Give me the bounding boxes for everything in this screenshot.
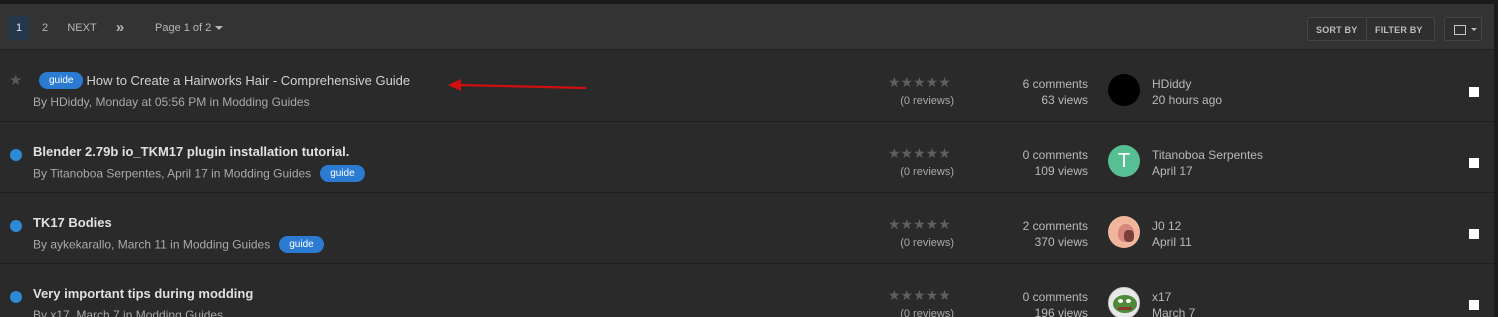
topic-meta: By x17, March 7 in Modding Guides — [33, 308, 224, 317]
comments-count: 0 comments — [1022, 290, 1088, 304]
topic-title[interactable]: guide How to Create a Hairworks Hair - Co… — [36, 72, 410, 90]
row-checkbox[interactable] — [1469, 87, 1479, 97]
next-page-link[interactable]: NEXT — [64, 16, 100, 40]
last-poster-name[interactable]: Titanoboa Serpentes — [1152, 147, 1263, 163]
topic-meta: By Titanoboa Serpentes, April 17 in Modd… — [33, 165, 365, 183]
row-checkbox[interactable] — [1469, 229, 1479, 239]
page-jump-label: Page 1 of 2 — [155, 22, 212, 34]
sort-by-label: SORT BY — [1316, 25, 1358, 35]
filter-by-label: FILTER BY — [1375, 25, 1423, 35]
page: 1 2 NEXT » Page 1 of 2 SORT BY FILTER BY… — [0, 0, 1498, 317]
last-poster-name[interactable]: J0 12 — [1152, 218, 1192, 234]
avatar[interactable] — [1108, 287, 1140, 317]
avatar[interactable]: T — [1108, 145, 1140, 177]
row-checkbox[interactable] — [1469, 300, 1479, 310]
star-icon: ★ — [9, 72, 23, 89]
rating-stars: ★★★★★ — [888, 216, 951, 232]
last-post-time[interactable]: March 7 — [1152, 305, 1195, 317]
rating-stars: ★★★★★ — [888, 145, 951, 161]
topic-title[interactable]: Very important tips during modding — [33, 286, 253, 301]
comments-count: 0 comments — [1022, 148, 1088, 162]
reviews-count: (0 reviews) — [900, 95, 954, 107]
topic-list-panel: 1 2 NEXT » Page 1 of 2 SORT BY FILTER BY… — [0, 4, 1494, 317]
topic-meta: By aykekarallo, March 11 in Modding Guid… — [33, 236, 324, 254]
avatar[interactable] — [1108, 74, 1140, 106]
last-post-time[interactable]: 20 hours ago — [1152, 92, 1222, 108]
caret-down-icon — [1471, 28, 1477, 31]
last-poster-name[interactable]: HDiddy — [1152, 76, 1222, 92]
row-checkbox[interactable] — [1469, 158, 1479, 168]
view-mode-button[interactable] — [1444, 17, 1482, 41]
topic-title-text[interactable]: How to Create a Hairworks Hair - Compreh… — [86, 73, 410, 88]
avatar-image — [1118, 299, 1123, 303]
page-1-link[interactable]: 1 — [9, 16, 29, 40]
views-count: 196 views — [1034, 306, 1088, 317]
topic-title[interactable]: Blender 2.79b io_TKM17 plugin installati… — [33, 144, 349, 159]
last-poster: J0 12 April 11 — [1152, 218, 1192, 250]
page-jump-dropdown[interactable]: Page 1 of 2 — [155, 16, 235, 40]
avatar-image — [1118, 307, 1132, 310]
topic-stats: 6 comments 63 views — [990, 76, 1088, 108]
prefix-badge[interactable]: guide — [279, 236, 324, 253]
topic-title[interactable]: TK17 Bodies — [33, 215, 112, 230]
topic-meta-text: By Titanoboa Serpentes, April 17 in Modd… — [33, 166, 312, 181]
unread-indicator-icon[interactable] — [10, 220, 22, 232]
annotation-arrow-icon — [448, 79, 587, 91]
topic-stats: 0 comments 196 views — [990, 289, 1088, 317]
last-post-time[interactable]: April 11 — [1152, 234, 1192, 250]
last-poster: HDiddy 20 hours ago — [1152, 76, 1222, 108]
last-post-time[interactable]: April 17 — [1152, 163, 1263, 179]
views-count: 370 views — [1034, 235, 1088, 249]
views-count: 63 views — [1041, 93, 1088, 107]
list-toolbar: 1 2 NEXT » Page 1 of 2 SORT BY FILTER BY — [0, 4, 1494, 57]
last-poster: Titanoboa Serpentes April 17 — [1152, 147, 1263, 179]
topic-stats: 2 comments 370 views — [990, 218, 1088, 250]
last-poster-name[interactable]: x17 — [1152, 289, 1195, 305]
topic-row[interactable]: TK17 Bodies By aykekarallo, March 11 in … — [0, 193, 1494, 264]
avatar-image — [1124, 230, 1134, 242]
prefix-badge[interactable]: guide — [39, 72, 84, 90]
rating-stars: ★★★★★ — [888, 287, 951, 303]
prefix-badge[interactable]: guide — [320, 165, 365, 182]
comments-count: 6 comments — [1022, 77, 1088, 91]
unread-indicator-icon[interactable] — [10, 149, 22, 161]
topic-row[interactable]: Blender 2.79b io_TKM17 plugin installati… — [0, 122, 1494, 193]
comments-count: 2 comments — [1022, 219, 1088, 233]
unread-indicator-icon[interactable] — [10, 291, 22, 303]
topic-row[interactable]: ★ guide How to Create a Hairworks Hair - … — [0, 51, 1494, 122]
caret-down-icon — [215, 26, 224, 31]
topic-stats: 0 comments 109 views — [990, 147, 1088, 179]
rating-stars: ★★★★★ — [888, 74, 951, 90]
topic-row[interactable]: Very important tips during modding By x1… — [0, 264, 1494, 317]
views-count: 109 views — [1034, 164, 1088, 178]
select-all-checkbox-icon — [1454, 25, 1466, 35]
reviews-count: (0 reviews) — [900, 308, 954, 317]
topic-meta: By HDiddy, Monday at 05:56 PM in Modding… — [33, 95, 310, 109]
last-poster: x17 March 7 — [1152, 289, 1195, 317]
filter-by-button[interactable]: FILTER BY — [1367, 17, 1435, 57]
avatar-image — [1126, 299, 1131, 303]
page-2-link[interactable]: 2 — [36, 16, 54, 40]
avatar[interactable] — [1108, 216, 1140, 248]
sort-by-button[interactable]: SORT BY — [1307, 17, 1367, 57]
topic-meta-text: By aykekarallo, March 11 in Modding Guid… — [33, 237, 271, 252]
reviews-count: (0 reviews) — [900, 166, 954, 178]
reviews-count: (0 reviews) — [900, 237, 954, 249]
avatar-image — [1113, 295, 1137, 313]
last-page-icon[interactable]: » — [110, 16, 130, 40]
